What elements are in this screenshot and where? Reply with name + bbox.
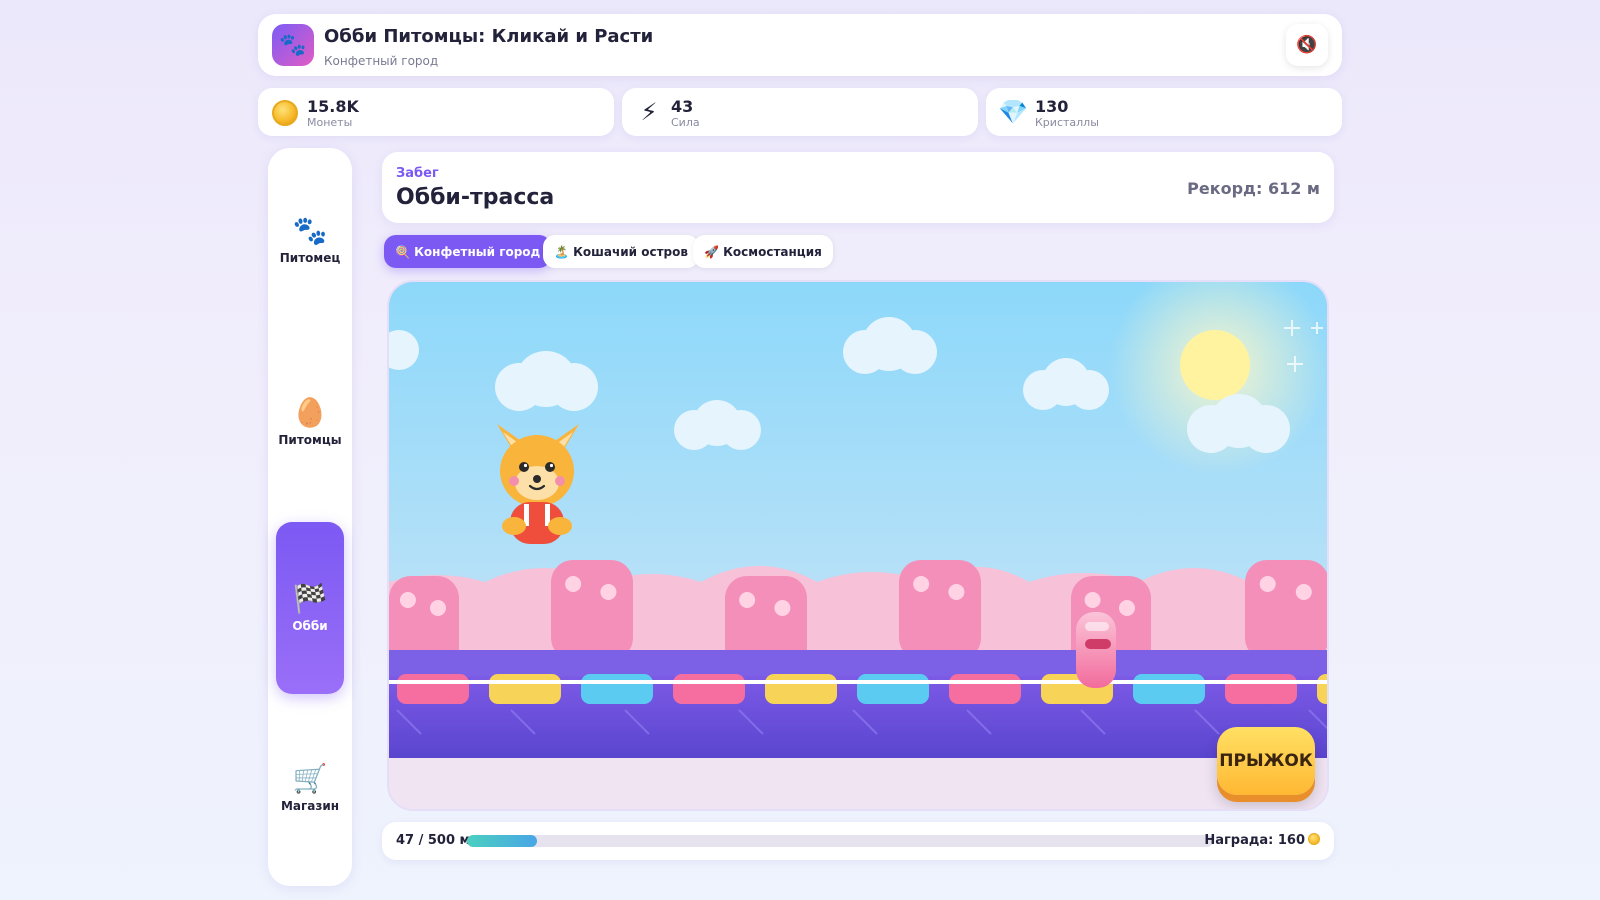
sidebar-item-label: Магазин bbox=[280, 799, 340, 813]
fox-pet-character bbox=[497, 424, 579, 544]
stat-coins-value: 15.8K bbox=[307, 97, 359, 116]
track-tile bbox=[673, 674, 745, 704]
stat-crystals: 💎 130 Кристаллы bbox=[986, 88, 1342, 136]
progress-fill bbox=[467, 835, 538, 847]
sidebar-item-label: Питомец bbox=[279, 251, 341, 265]
record-label: Рекорд: 612 м bbox=[1187, 179, 1320, 198]
track-tile bbox=[765, 674, 837, 704]
coin-icon bbox=[1308, 833, 1320, 845]
mute-button[interactable]: 🔇 bbox=[1286, 24, 1328, 66]
game-viewport[interactable]: ПРЫЖОК bbox=[387, 280, 1329, 811]
obstacle bbox=[1076, 612, 1116, 688]
sidebar-item-label: Обби bbox=[292, 619, 328, 633]
sidebar-item-obby[interactable]: 🏁 Обби bbox=[276, 522, 344, 694]
run-progress: 47 / 500 м Награда: 160 bbox=[382, 822, 1334, 860]
stat-coins: 15.8K Монеты bbox=[258, 88, 614, 136]
sidebar-item-pets[interactable]: 🥚 Питомцы bbox=[276, 336, 344, 508]
coin-icon bbox=[270, 97, 300, 127]
sun bbox=[1180, 330, 1250, 400]
track-tile bbox=[1133, 674, 1205, 704]
app-title: Обби Питомцы: Кликай и Расти bbox=[324, 26, 654, 47]
shopping-cart-icon: 🛒 bbox=[292, 762, 328, 795]
ground-shadow bbox=[389, 758, 1327, 809]
jump-button[interactable]: ПРЫЖОК bbox=[1217, 727, 1315, 795]
track-top bbox=[389, 650, 1327, 676]
mode-kicker: Забег bbox=[396, 166, 439, 181]
track-tile bbox=[581, 674, 653, 704]
track-tile bbox=[1225, 674, 1297, 704]
stat-crystals-value: 130 bbox=[1035, 97, 1069, 116]
sidebar-item-label: Питомцы bbox=[278, 433, 342, 447]
track-tiles bbox=[397, 674, 1327, 704]
track-tile bbox=[857, 674, 929, 704]
reward-label: Награда: 160 bbox=[1204, 833, 1320, 848]
track-tile bbox=[949, 674, 1021, 704]
sidebar-item-pet[interactable]: 🐾 Питомец bbox=[276, 154, 344, 326]
reward-text: Награда: 160 bbox=[1204, 833, 1305, 848]
mode-header: Забег Обби-трасса Рекорд: 612 м bbox=[382, 152, 1334, 223]
tab-space-station[interactable]: 🚀 Космостанция bbox=[693, 235, 833, 268]
stat-power-label: Сила bbox=[671, 116, 700, 129]
track-tile bbox=[489, 674, 561, 704]
sidebar: 🐾 Питомец 🥚 Питомцы 🏁 Обби 🛒 Магазин bbox=[268, 148, 352, 886]
paw-icon: 🐾 bbox=[292, 214, 328, 247]
diamond-icon: 💎 bbox=[998, 98, 1028, 126]
checkered-flag-icon: 🏁 bbox=[292, 582, 328, 615]
stat-power-value: 43 bbox=[671, 97, 694, 116]
candy-pillar bbox=[1245, 560, 1327, 660]
page-title: Обби-трасса bbox=[396, 185, 555, 210]
paw-logo-icon: 🐾 bbox=[272, 24, 314, 66]
muted-speaker-icon: 🔇 bbox=[1296, 35, 1318, 55]
egg-icon: 🥚 bbox=[292, 396, 328, 429]
candy-pillar bbox=[551, 560, 633, 660]
stat-crystals-label: Кристаллы bbox=[1035, 116, 1099, 129]
track-tile bbox=[1317, 674, 1327, 704]
app-subtitle: Конфетный город bbox=[324, 54, 439, 68]
lightning-icon: ⚡ bbox=[640, 98, 658, 126]
progress-track bbox=[467, 835, 1213, 847]
candy-pillar bbox=[899, 560, 981, 660]
top-bar: 🐾 Обби Питомцы: Кликай и Расти Конфетный… bbox=[258, 14, 1342, 76]
sidebar-item-shop[interactable]: 🛒 Магазин bbox=[276, 702, 344, 874]
stat-power: ⚡ 43 Сила bbox=[622, 88, 978, 136]
tab-cat-island[interactable]: 🏝️ Кошачий остров bbox=[543, 235, 699, 268]
stat-coins-label: Монеты bbox=[307, 116, 353, 129]
track-tile bbox=[397, 674, 469, 704]
distance-label: 47 / 500 м bbox=[396, 833, 471, 848]
tab-candy-city[interactable]: 🍭 Конфетный город bbox=[384, 235, 552, 268]
game-scene bbox=[389, 282, 1327, 809]
